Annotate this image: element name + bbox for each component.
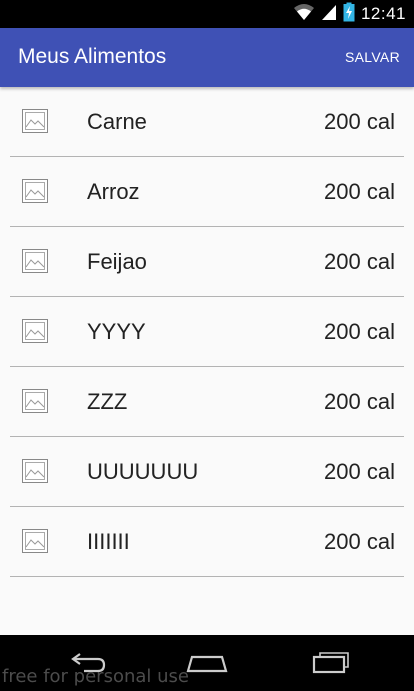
item-name: Carne — [87, 109, 147, 134]
battery-charging-icon — [343, 2, 355, 27]
item-calories: 200 cal — [324, 249, 395, 274]
item-calories: 200 cal — [324, 389, 395, 414]
image-placeholder-icon — [22, 459, 48, 483]
list-item[interactable]: Feijao 200 cal — [0, 227, 414, 297]
image-placeholder-icon — [22, 389, 48, 413]
status-time: 12:41 — [360, 4, 406, 23]
item-name: UUUUUUU — [87, 459, 199, 484]
image-placeholder-icon — [22, 179, 48, 203]
list-item[interactable]: ZZZ 200 cal — [0, 367, 414, 437]
item-calories: 200 cal — [324, 319, 395, 344]
image-placeholder-icon — [22, 249, 48, 273]
item-name: ZZZ — [87, 389, 128, 414]
image-placeholder-icon — [22, 319, 48, 343]
image-placeholder-icon — [22, 109, 48, 133]
item-name: IIIIIII — [87, 529, 130, 554]
item-name: YYYY — [87, 319, 146, 344]
app-bar: Meus Alimentos SALVAR — [0, 28, 414, 87]
recents-icon[interactable] — [304, 649, 354, 679]
divider — [10, 576, 404, 577]
item-calories: 200 cal — [324, 109, 395, 134]
list-item[interactable]: UUUUUUU 200 cal — [0, 437, 414, 507]
save-button[interactable]: SALVAR — [345, 49, 400, 65]
item-calories: 200 cal — [324, 529, 395, 554]
page-title: Meus Alimentos — [18, 45, 167, 68]
item-name: Feijao — [87, 249, 147, 274]
status-icons: 12:41 — [293, 2, 406, 27]
watermark-text: free for personal use — [2, 666, 189, 687]
list-item[interactable]: YYYY 200 cal — [0, 297, 414, 367]
wifi-icon — [293, 3, 315, 26]
list-item[interactable]: Arroz 200 cal — [0, 157, 414, 227]
image-placeholder-icon — [22, 529, 48, 553]
food-list: Carne 200 cal Arroz 200 cal Feijao 200 c… — [0, 87, 414, 577]
status-bar: 12:41 — [0, 0, 414, 28]
home-icon[interactable] — [182, 649, 232, 679]
item-calories: 200 cal — [324, 179, 395, 204]
list-item[interactable]: IIIIIII 200 cal — [0, 507, 414, 577]
list-item[interactable]: Carne 200 cal — [0, 87, 414, 157]
cell-signal-icon — [321, 3, 337, 26]
item-calories: 200 cal — [324, 459, 395, 484]
item-name: Arroz — [87, 179, 140, 204]
